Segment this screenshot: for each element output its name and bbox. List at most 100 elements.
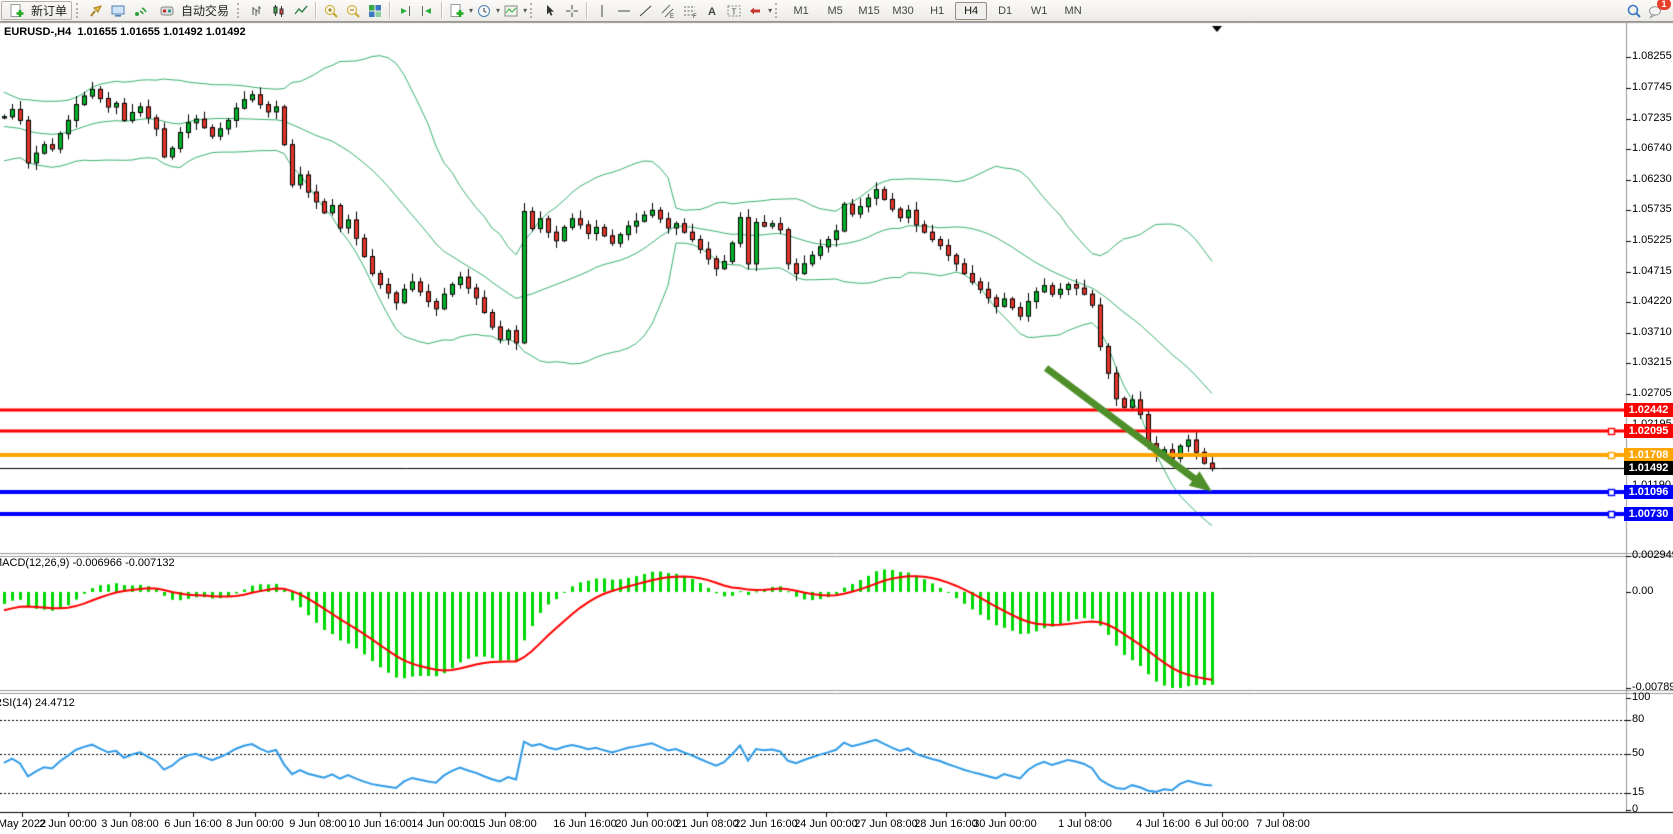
period-clock-icon[interactable] [475,2,493,19]
timeframe-h1[interactable]: H1 [921,2,953,20]
horizontal-line-icon[interactable] [615,2,633,19]
price-level-tag: 1.01708 [1624,448,1673,462]
time-tick-label: 4 Jul 16:00 [1136,818,1190,830]
bar-chart-icon[interactable] [248,2,266,19]
macd-tick-label: 0.002949 [1632,549,1673,561]
time-tick-label: 7 Jul 08:00 [1256,818,1310,830]
template-icon[interactable] [502,2,520,19]
search-icon[interactable] [1625,2,1643,19]
time-tick-label: 28 Jun 16:00 [914,818,978,830]
rsi-tick-label: 15 [1632,786,1644,798]
price-tick-label: 1.04715 [1632,265,1672,277]
text-icon[interactable]: A [703,2,721,19]
macd-tick-label: 0.00 [1632,585,1653,597]
current-price-tag: 1.01492 [1624,461,1673,475]
indicators-dropdown-caret[interactable]: ▾ [469,6,473,15]
time-tick-label: 20 Jun 00:00 [615,818,679,830]
rsi-indicator-label: RSI(14) 24.4712 [0,697,75,709]
timeframe-m15[interactable]: M15 [853,2,885,20]
time-tick-label: 10 Jun 16:00 [348,818,412,830]
timeframe-m30[interactable]: M30 [887,2,919,20]
crosshair-icon[interactable] [563,2,581,19]
price-tick-label: 1.06740 [1632,142,1672,154]
autotrade-icon [158,2,176,19]
timeframe-m5[interactable]: M5 [819,2,851,20]
time-tick-label: 16 Jun 16:00 [553,818,617,830]
toolbar-grip [237,3,242,18]
auto-scroll-icon[interactable] [396,2,414,19]
new-order-label: 新订单 [31,2,67,19]
timeframe-m1[interactable]: M1 [785,2,817,20]
time-tick-label: 21 Jun 08:00 [675,818,739,830]
chart-title: EURUSD-,H4 1.01655 1.01655 1.01492 1.014… [4,26,246,38]
svg-text:E: E [670,14,674,19]
new-order-icon [8,2,26,19]
svg-text:A: A [708,6,716,18]
equidistant-channel-icon[interactable]: E [659,2,677,19]
rsi-tick-label: 0 [1632,803,1638,815]
trendline-icon[interactable] [637,2,655,19]
time-tick-label: 9 Jun 08:00 [289,818,347,830]
template-dropdown-caret[interactable]: ▾ [523,6,527,15]
fibonacci-icon[interactable]: F [681,2,699,19]
toolbar-grip [530,3,535,18]
price-tick-label: 1.08255 [1632,50,1672,62]
timeframe-mn[interactable]: MN [1057,2,1089,20]
line-chart-icon[interactable] [292,2,310,19]
timeframe-h4[interactable]: H4 [955,2,987,20]
indicators-icon[interactable] [448,2,466,19]
rsi-tick-label: 80 [1632,713,1644,725]
new-order-button[interactable]: 新订单 [1,1,72,20]
autotrade-label: 自动交易 [181,2,229,19]
time-tick-label: 14 Jun 00:00 [411,818,475,830]
time-tick-label: 6 Jun 16:00 [164,818,222,830]
vertical-line-icon[interactable] [593,2,611,19]
price-tick-label: 1.05735 [1632,203,1672,215]
zoom-in-icon[interactable] [322,2,340,19]
toolbar-separator [586,2,588,19]
autotrade-button[interactable]: 自动交易 [152,1,233,20]
candlestick-chart-icon[interactable] [270,2,288,19]
price-level-tag: 1.02095 [1624,424,1673,438]
svg-text:F: F [693,14,697,19]
shapes-dropdown-caret[interactable]: ▾ [768,6,772,15]
rsi-tick-label: 100 [1632,691,1650,703]
price-tick-label: 1.06230 [1632,173,1672,185]
time-tick-label: 3 Jun 08:00 [101,818,159,830]
time-tick-label: 15 Jun 08:00 [473,818,537,830]
period-dropdown-caret[interactable]: ▾ [496,6,500,15]
price-level-tag: 1.01096 [1624,485,1673,499]
price-level-tag: 1.00730 [1624,507,1673,521]
rsi-tick-label: 50 [1632,747,1644,759]
arrows-shapes-icon[interactable] [747,2,765,19]
time-tick-label: 24 Jun 00:00 [794,818,858,830]
chart-window: EURUSD-,H4 1.01655 1.01655 1.01492 1.014… [0,22,1673,834]
timeframe-buttons: M1M5M15M30H1H4D1W1MN [784,2,1090,20]
price-chart-canvas[interactable] [0,22,1673,834]
toolbar-separator [315,2,317,19]
macd-indicator-label: MACD(12,26,9) -0.006966 -0.007132 [0,557,175,569]
price-level-tag: 1.02442 [1624,403,1673,417]
time-tick-label: 6 Jul 00:00 [1195,818,1249,830]
chat-icon[interactable]: 1 [1647,2,1665,19]
terminal-icon[interactable] [109,2,127,19]
text-label-icon[interactable]: T [725,2,743,19]
time-tick-label: 1 Jul 08:00 [1058,818,1112,830]
chart-pointer-icon[interactable] [87,2,105,19]
cursor-icon[interactable] [541,2,559,19]
zoom-out-icon[interactable] [344,2,362,19]
time-tick-label: 2 Jun 00:00 [39,818,97,830]
price-tick-label: 1.03215 [1632,356,1672,368]
toolbar: 新订单 自动交易 ▾ ▾ [0,0,1673,22]
toolbar-grip [775,3,780,18]
timeframe-d1[interactable]: D1 [989,2,1021,20]
toolbar-separator [389,2,391,19]
tile-windows-icon[interactable] [366,2,384,19]
toolbar-grip [76,3,81,18]
price-tick-label: 1.05225 [1632,234,1672,246]
signal-icon[interactable] [131,2,149,19]
chart-shift-icon[interactable] [418,2,436,19]
time-tick-label: 8 Jun 00:00 [226,818,284,830]
time-tick-label: 30 Jun 00:00 [973,818,1037,830]
timeframe-w1[interactable]: W1 [1023,2,1055,20]
